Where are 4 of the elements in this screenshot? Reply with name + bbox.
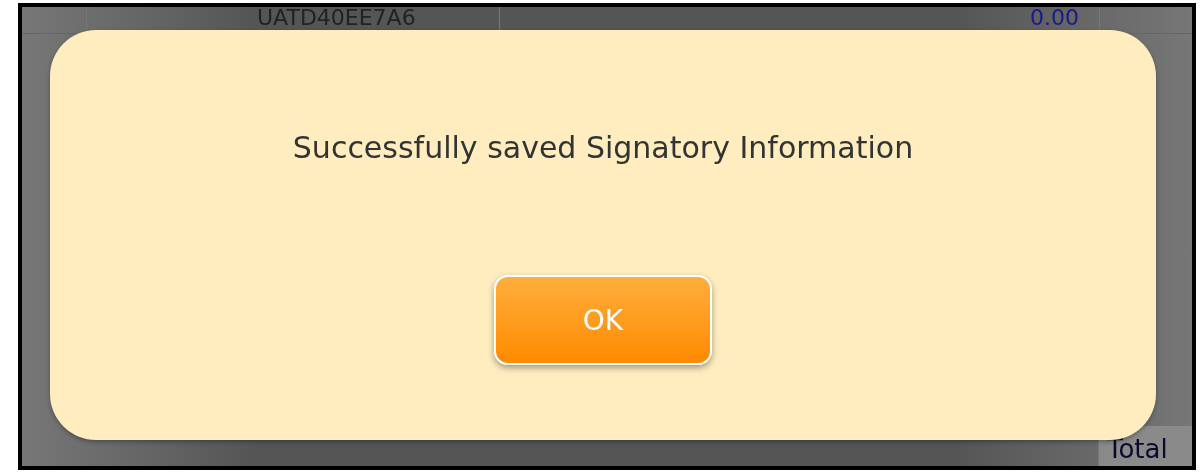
ok-button[interactable]: OK <box>494 275 712 365</box>
total-label: Total <box>1107 434 1168 464</box>
dialog-message: Successfully saved Signatory Information <box>292 130 914 165</box>
table-cell: 0.00 <box>1030 7 1079 29</box>
